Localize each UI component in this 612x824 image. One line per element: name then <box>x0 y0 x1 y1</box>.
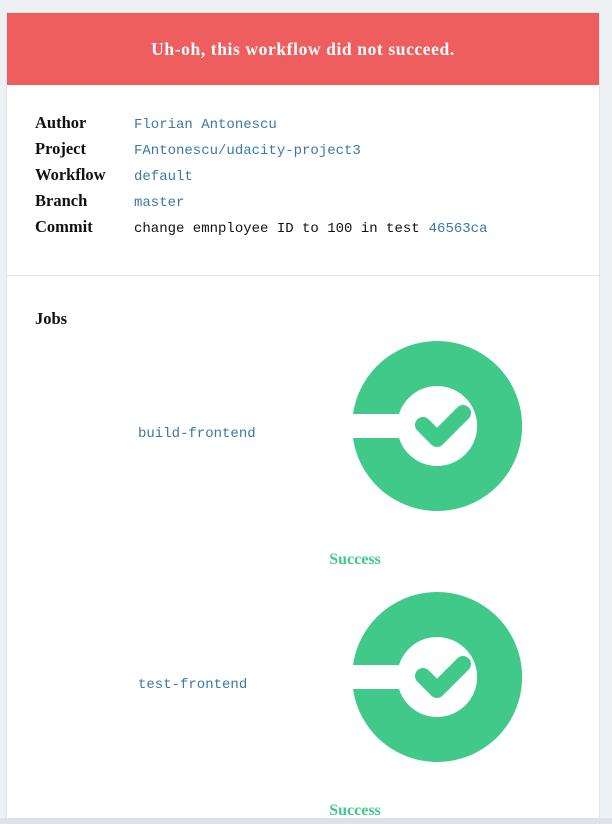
window-bottom-edge <box>0 818 612 824</box>
job-item-build-frontend: build-frontend Success <box>7 333 599 573</box>
detail-row-branch: Branch master <box>35 191 575 217</box>
detail-label: Author <box>35 113 87 132</box>
workflow-link[interactable]: default <box>134 169 193 185</box>
detail-label: Workflow <box>35 165 106 184</box>
workflow-email: Uh-oh, this workflow did not succeed. Au… <box>6 12 600 824</box>
jobs-heading: Jobs <box>35 309 68 328</box>
commit-message: change emnployee ID to 100 in test <box>134 221 420 237</box>
detail-row-commit: Commit change emnployee ID to 100 in tes… <box>35 217 575 243</box>
project-link[interactable]: FAntonescu/udacity-project3 <box>134 143 361 159</box>
branch-link[interactable]: master <box>134 195 184 211</box>
detail-label: Branch <box>35 191 88 210</box>
workflow-details: Author Florian Antonescu Project FAntone… <box>35 113 575 243</box>
success-check-icon <box>353 592 523 762</box>
detail-row-project: Project FAntonescu/udacity-project3 <box>35 139 575 165</box>
section-divider <box>7 275 599 276</box>
detail-row-author: Author Florian Antonescu <box>35 113 575 139</box>
detail-label: Commit <box>35 217 93 236</box>
commit-hash-link[interactable]: 46563ca <box>429 221 488 237</box>
job-status-label: Success <box>329 551 381 568</box>
detail-row-workflow: Workflow default <box>35 165 575 191</box>
banner-title: Uh-oh, this workflow did not succeed. <box>151 38 455 59</box>
detail-label: Project <box>35 139 86 158</box>
status-banner: Uh-oh, this workflow did not succeed. <box>7 13 599 85</box>
job-name-link[interactable]: build-frontend <box>138 426 256 442</box>
success-check-icon <box>353 341 523 511</box>
job-name-link[interactable]: test-frontend <box>138 677 247 693</box>
author-link[interactable]: Florian Antonescu <box>134 117 277 133</box>
job-item-test-frontend: test-frontend Success <box>7 584 599 823</box>
